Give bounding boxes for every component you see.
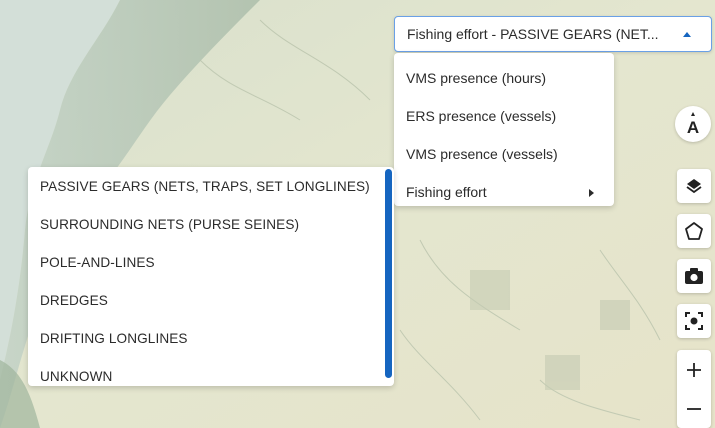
gear-item-label: PASSIVE GEARS (NETS, TRAPS, SET LONGLINE… [40,178,370,194]
layer-menu-item-vms-hours[interactable]: VMS presence (hours) [394,59,614,97]
draw-polygon-button[interactable] [677,214,711,248]
layer-select-value: Fishing effort - PASSIVE GEARS (NET... [407,26,659,42]
layer-menu-item-vms-vessels[interactable]: VMS presence (vessels) [394,135,614,173]
layers-button[interactable] [677,169,711,203]
gear-item-drifting-longlines[interactable]: DRIFTING LONGLINES [28,319,394,357]
layer-menu-item-ers-vessels[interactable]: ERS presence (vessels) [394,97,614,135]
gear-item-passive-gears[interactable]: PASSIVE GEARS (NETS, TRAPS, SET LONGLINE… [28,167,394,205]
minus-icon [687,407,701,410]
gear-item-label: UNKNOWN [40,368,113,384]
camera-icon [685,268,703,284]
layer-menu-item-label: Fishing effort [406,184,487,200]
gear-item-pole-and-lines[interactable]: POLE-AND-LINES [28,243,394,281]
focus-button[interactable] [677,304,711,338]
gear-item-label: POLE-AND-LINES [40,254,155,270]
gear-item-dredges[interactable]: DREDGES [28,281,394,319]
zoom-controls [677,350,711,428]
layer-menu-item-label: VMS presence (vessels) [406,146,558,162]
compass-icon: A [687,112,699,136]
chevron-right-icon [589,189,594,197]
gear-item-label: DRIFTING LONGLINES [40,330,188,346]
compass-label: A [687,118,699,136]
polygon-icon [685,222,703,240]
layer-menu-item-fishing-effort[interactable]: Fishing effort [394,173,614,211]
gear-item-label: SURROUNDING NETS (PURSE SEINES) [40,216,300,232]
layer-menu-item-label: ERS presence (vessels) [406,108,557,124]
gear-submenu: PASSIVE GEARS (NETS, TRAPS, SET LONGLINE… [28,167,394,386]
zoom-in-button[interactable] [677,350,711,389]
zoom-out-button[interactable] [677,389,711,428]
gear-item-label: DREDGES [40,292,108,308]
gear-item-surrounding-nets[interactable]: SURROUNDING NETS (PURSE SEINES) [28,205,394,243]
screenshot-button[interactable] [677,259,711,293]
caret-up-icon [683,31,691,37]
layer-select[interactable]: Fishing effort - PASSIVE GEARS (NET... [394,16,712,52]
gear-menu-scrollbar[interactable] [385,169,392,378]
gear-item-unknown[interactable]: UNKNOWN [28,357,394,386]
focus-icon [685,312,703,330]
layer-menu-item-label: VMS presence (hours) [406,70,547,86]
compass-button[interactable]: A [675,106,711,142]
layers-icon [686,179,702,194]
plus-icon [687,362,701,377]
layer-menu: VMS presence (hours) ERS presence (vesse… [394,53,614,206]
